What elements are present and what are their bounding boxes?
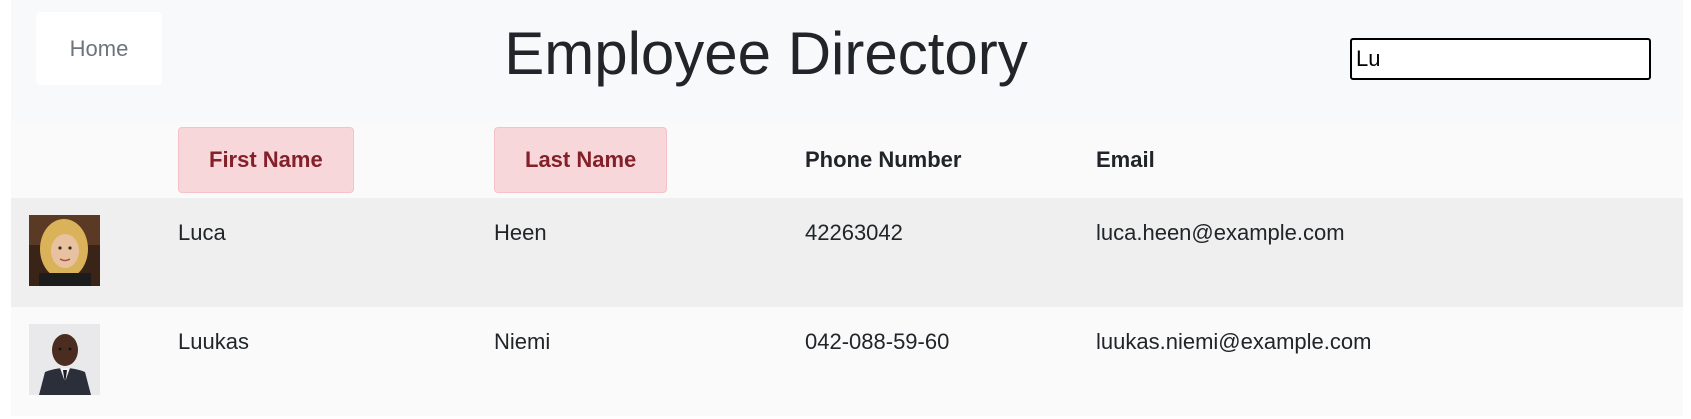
sort-first-name-button[interactable]: First Name <box>178 127 354 193</box>
header-image <box>11 122 178 198</box>
email-cell: luca.heen@example.com <box>1096 220 1345 245</box>
header-first-name-cell: First Name <box>178 122 494 198</box>
last-name-cell: Heen <box>494 220 547 245</box>
search-input[interactable] <box>1350 38 1651 80</box>
first-name-cell: Luca <box>178 220 226 245</box>
app: Home Employee Directory First Name Last … <box>11 0 1683 416</box>
table-row: Luca Heen 42263042 luca.heen@example.com <box>11 198 1683 307</box>
avatar-cell <box>11 198 178 307</box>
header-phone: Phone Number <box>805 147 962 172</box>
page-title: Employee Directory <box>504 20 1028 87</box>
sort-last-name-button[interactable]: Last Name <box>494 127 668 193</box>
table-row: Luukas Niemi 042-088-59-60 luukas.niemi@… <box>11 307 1683 416</box>
employee-table: First Name Last Name Phone Number Email <box>11 122 1683 416</box>
avatar <box>29 215 100 286</box>
phone-cell: 42263042 <box>805 220 903 245</box>
email-cell: luukas.niemi@example.com <box>1096 329 1372 354</box>
phone-cell: 042-088-59-60 <box>805 329 950 354</box>
header-email: Email <box>1096 147 1155 172</box>
last-name-cell: Niemi <box>494 329 551 354</box>
navbar: Home Employee Directory <box>11 0 1683 122</box>
header-last-name-cell: Last Name <box>494 122 805 198</box>
avatar <box>29 324 100 395</box>
first-name-cell: Luukas <box>178 329 249 354</box>
avatar-cell <box>11 307 178 416</box>
table-header-row: First Name Last Name Phone Number Email <box>11 122 1683 198</box>
